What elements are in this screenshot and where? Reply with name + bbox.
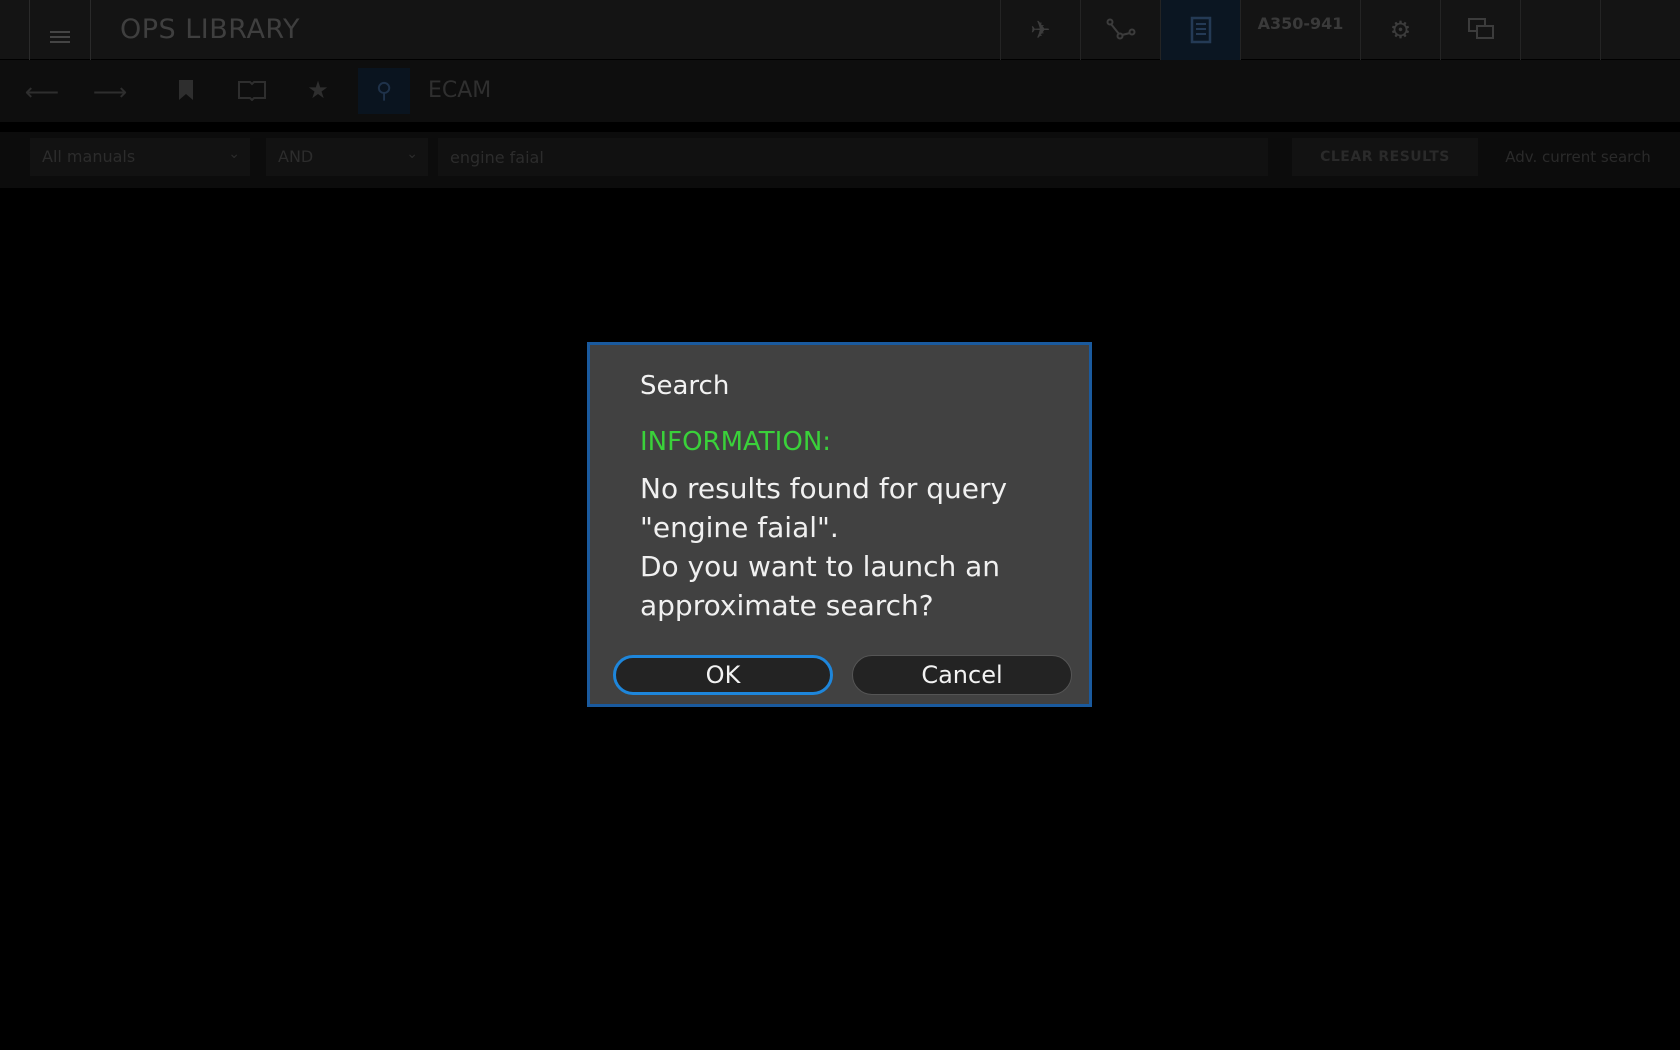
search-input[interactable]: [438, 138, 1268, 176]
advanced-search-button[interactable]: Adv. current search: [1490, 138, 1666, 176]
star-icon[interactable]: ★: [298, 70, 338, 110]
dialog-message-line: approximate search?: [640, 589, 934, 622]
ok-button[interactable]: OK: [613, 655, 833, 695]
toolbar-title: ECAM: [428, 78, 492, 103]
aircraft-icon: ✈: [1030, 16, 1051, 44]
dialog-message-line: No results found for query: [640, 472, 1008, 505]
route-icon: [1106, 18, 1135, 40]
clear-results-button[interactable]: CLEAR RESULTS: [1292, 138, 1478, 176]
search-tab[interactable]: ⚲: [358, 68, 410, 114]
back-arrow-icon[interactable]: ⟵: [22, 72, 62, 112]
chevron-down-icon: ⌄: [228, 146, 240, 162]
dialog-message-line: Do you want to launch an: [640, 550, 1001, 583]
gear-icon: ⚙: [1389, 16, 1412, 44]
tab-settings[interactable]: ⚙: [1360, 0, 1440, 60]
aircraft-id-label[interactable]: A350-941: [1240, 0, 1360, 60]
messages-icon: [1467, 18, 1494, 39]
dialog-message-line: "engine faial".: [640, 511, 839, 544]
operator-select-value: AND: [278, 147, 314, 166]
top-bar: OPS LIBRARY ✈ A350-941 ⚙: [0, 0, 1680, 60]
cancel-button[interactable]: Cancel: [852, 655, 1072, 695]
operator-select[interactable]: AND ⌄: [266, 138, 428, 176]
chevron-down-icon: ⌄: [406, 146, 418, 162]
top-tabs: ✈ A350-941 ⚙: [1000, 0, 1680, 60]
dialog-info-label: INFORMATION:: [640, 427, 832, 457]
manual-select[interactable]: All manuals ⌄: [30, 138, 250, 176]
menu-button[interactable]: [29, 0, 91, 60]
hamburger-icon: [50, 31, 70, 43]
manual-select-value: All manuals: [42, 147, 136, 166]
tab-empty: [1520, 0, 1600, 60]
tab-empty-2: [1600, 0, 1680, 60]
tab-route[interactable]: [1080, 0, 1160, 60]
tab-library[interactable]: [1160, 0, 1240, 60]
search-icon: ⚲: [375, 78, 393, 104]
bookmark-icon[interactable]: [166, 70, 206, 110]
app-title: OPS LIBRARY: [120, 14, 300, 45]
library-icon: [1190, 16, 1211, 44]
app-window: OPS LIBRARY ✈ A350-941 ⚙ ⟵ ⟶ ★ ⚲ ECAM Al…: [0, 0, 1680, 1050]
dialog-message: No results found for query "engine faial…: [640, 469, 1060, 625]
search-dialog: Search INFORMATION: No results found for…: [587, 342, 1092, 707]
tab-messages[interactable]: [1440, 0, 1520, 60]
forward-arrow-icon[interactable]: ⟶: [90, 72, 130, 112]
tab-aircraft[interactable]: ✈: [1000, 0, 1080, 60]
dialog-title: Search: [640, 371, 730, 401]
open-book-icon[interactable]: [232, 70, 272, 110]
